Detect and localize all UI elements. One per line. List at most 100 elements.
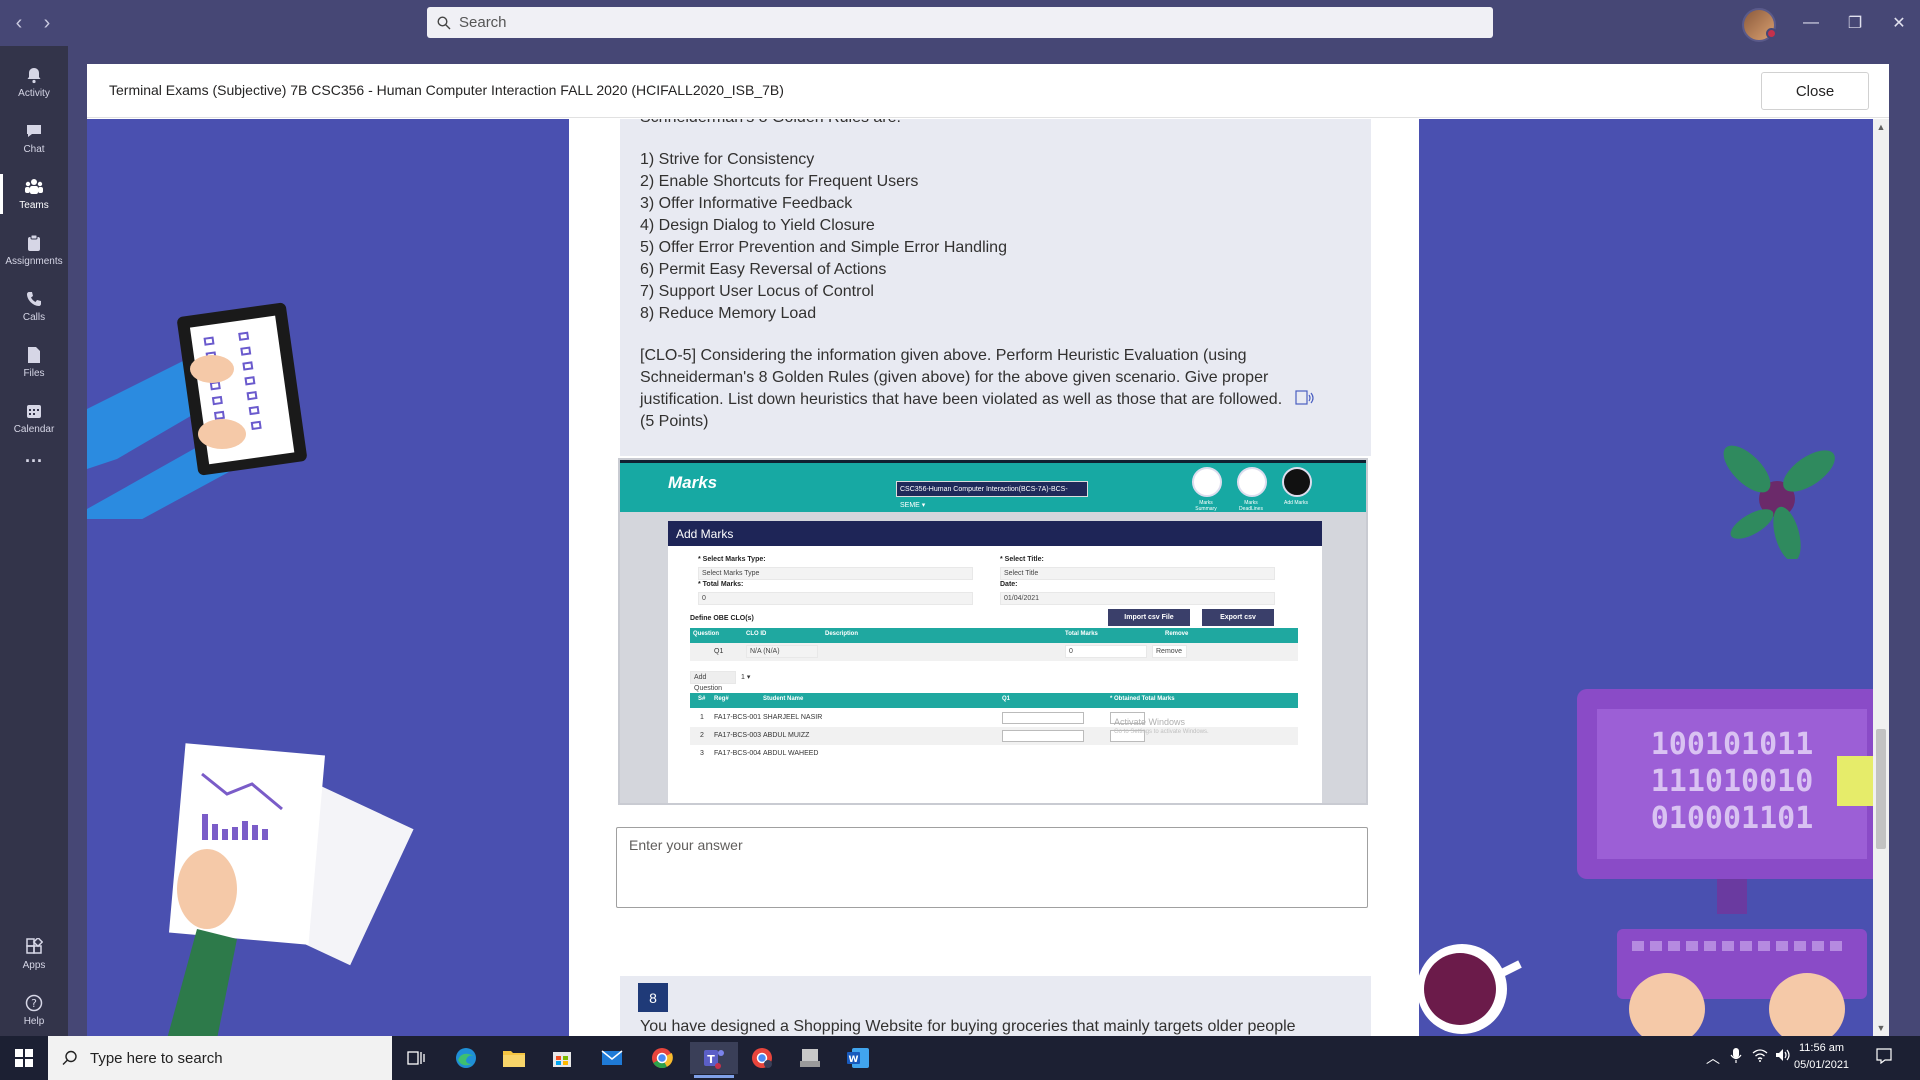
- image-brand: Marks: [668, 473, 718, 492]
- image-cell-input: [1002, 730, 1084, 742]
- rail-item-teams[interactable]: Teams: [0, 166, 68, 222]
- image-td: N/A (N/A): [746, 645, 818, 658]
- microphone-icon[interactable]: [1730, 1048, 1742, 1067]
- windows-taskbar: T W ︿ 11:56 am 05/01/2021: [0, 1036, 1920, 1080]
- rail-item-assignments[interactable]: Assignments: [0, 222, 68, 278]
- image-th: Question: [693, 631, 720, 637]
- rail-item-calls[interactable]: Calls: [0, 278, 68, 334]
- close-button[interactable]: Close: [1761, 72, 1869, 110]
- app-rail: Activity Chat Teams Assignments Calls Fi…: [0, 46, 68, 1036]
- forward-arrow-icon[interactable]: ›: [36, 12, 58, 34]
- image-th: Student Name: [763, 696, 804, 702]
- search-icon: [437, 15, 451, 29]
- image-td: 3: [700, 750, 704, 757]
- marks-summary-icon: [1192, 467, 1222, 497]
- list-item: 2) Enable Shortcuts for Frequent Users: [640, 173, 919, 190]
- restore-icon[interactable]: ❐: [1842, 10, 1868, 36]
- notifications-icon[interactable]: [1876, 1048, 1892, 1067]
- system-clock[interactable]: 11:56 am 05/01/2021: [1794, 1040, 1849, 1074]
- rail-item-activity[interactable]: Activity: [0, 54, 68, 110]
- app-icon[interactable]: [794, 1042, 826, 1074]
- image-th: Remove: [1165, 631, 1189, 637]
- close-window-icon[interactable]: ✕: [1886, 10, 1912, 36]
- question-number-badge: 8: [638, 983, 668, 1012]
- chrome-icon[interactable]: [646, 1042, 678, 1074]
- edge-browser-icon[interactable]: [450, 1042, 482, 1074]
- rail-item-files[interactable]: Files: [0, 334, 68, 390]
- answer-input[interactable]: [617, 828, 1367, 907]
- mail-icon[interactable]: [596, 1042, 628, 1074]
- more-apps-button[interactable]: ...: [0, 436, 68, 476]
- image-td: FA17-BCS-001: [714, 714, 762, 721]
- svg-text:?: ?: [31, 997, 37, 1010]
- image-course-select: CSC356-Human Computer Interaction(BCS-7A…: [896, 481, 1088, 509]
- rail-item-chat[interactable]: Chat: [0, 110, 68, 166]
- chrome-profile-icon[interactable]: [746, 1042, 778, 1074]
- image-td: ABDUL WAHEED: [763, 750, 819, 757]
- volume-icon[interactable]: [1775, 1048, 1791, 1065]
- image-label: * Total Marks:: [698, 581, 744, 588]
- image-td: Remove: [1152, 645, 1187, 658]
- tablet-illustration: [87, 302, 307, 519]
- image-icon-label: Marks Summary: [1195, 500, 1217, 512]
- windows-start-icon[interactable]: [8, 1042, 40, 1074]
- image-td: SHARJEEL NASIR: [763, 714, 823, 721]
- clock-date: 05/01/2021: [1794, 1059, 1850, 1071]
- back-arrow-icon[interactable]: ‹: [8, 12, 30, 34]
- image-th: Reg#: [714, 696, 729, 702]
- search-bar[interactable]: [427, 7, 1493, 38]
- modal-title: Terminal Exams (Subjective) 7B CSC356 - …: [109, 82, 784, 98]
- file-explorer-icon[interactable]: [498, 1042, 530, 1074]
- image-label: Define OBE CLO(s): [690, 615, 754, 622]
- image-app-header: Marks CSC356-Human Computer Interaction(…: [620, 460, 1366, 512]
- add-marks-icon: [1282, 467, 1312, 497]
- modal-header: Terminal Exams (Subjective) 7B CSC356 - …: [87, 64, 1889, 118]
- search-input[interactable]: [459, 14, 1359, 31]
- image-icon-label: Add Marks: [1284, 500, 1308, 506]
- rail-item-apps[interactable]: Apps: [0, 926, 68, 982]
- rail-label: Apps: [22, 960, 46, 971]
- form-background: 100101011 111010010 010001101 Schneiderm…: [87, 119, 1885, 1036]
- image-count: 1 ▾: [741, 674, 751, 681]
- rail-label: Assignments: [5, 256, 63, 267]
- taskbar-search-input[interactable]: [90, 1049, 370, 1067]
- rail-item-help[interactable]: ? Help: [0, 982, 68, 1038]
- rail-label: Calls: [22, 312, 46, 323]
- immersive-reader-icon[interactable]: [1294, 389, 1315, 407]
- image-import-button: Import csv File: [1108, 609, 1190, 626]
- taskbar-search[interactable]: [48, 1036, 392, 1080]
- svg-text:T: T: [707, 1053, 715, 1066]
- image-td: FA17-BCS-004: [714, 750, 762, 757]
- teams-taskbar-icon[interactable]: T: [690, 1042, 738, 1078]
- image-clo-table-header: Question CLO ID Description Total Marks …: [690, 628, 1298, 643]
- image-label: * Select Title:: [1000, 556, 1044, 563]
- image-field: 0: [698, 592, 973, 605]
- image-label: * Select Marks Type:: [698, 556, 766, 563]
- prompt-text: [CLO-5] Considering the information give…: [640, 347, 1283, 408]
- list-item: 7) Support User Locus of Control: [640, 283, 874, 300]
- minimize-icon[interactable]: —: [1798, 10, 1824, 36]
- vertical-scrollbar[interactable]: ▲ ▼: [1873, 119, 1889, 1036]
- image-th: Total Marks: [1065, 631, 1098, 637]
- computer-illustration: 100101011 111010010 010001101: [1577, 689, 1877, 1036]
- bell-icon: [24, 65, 44, 85]
- scroll-down-icon[interactable]: ▼: [1873, 1020, 1889, 1036]
- microsoft-store-icon[interactable]: [546, 1042, 578, 1074]
- scroll-up-icon[interactable]: ▲: [1873, 119, 1889, 135]
- scroll-thumb[interactable]: [1876, 729, 1886, 849]
- image-th: Description: [825, 631, 859, 637]
- svg-text:100101011: 100101011: [1651, 727, 1814, 762]
- wifi-icon[interactable]: [1752, 1048, 1768, 1065]
- image-td: 1: [700, 714, 704, 721]
- image-label: Date:: [1000, 581, 1018, 588]
- word-icon[interactable]: W: [842, 1042, 874, 1074]
- image-student-table-header: S# Reg# Student Name Q1 * Obtained Total…: [690, 693, 1298, 708]
- task-view-icon[interactable]: [400, 1042, 432, 1074]
- answer-field[interactable]: [616, 827, 1368, 908]
- list-item: 8) Reduce Memory Load: [640, 305, 817, 322]
- assignment-modal: Terminal Exams (Subjective) 7B CSC356 - …: [87, 64, 1889, 1036]
- svg-text:W: W: [849, 1055, 859, 1065]
- tray-chevron-up-icon[interactable]: ︿: [1706, 1048, 1720, 1068]
- clock-time: 11:56 am: [1799, 1042, 1845, 1054]
- points-label: (5 Points): [640, 413, 709, 430]
